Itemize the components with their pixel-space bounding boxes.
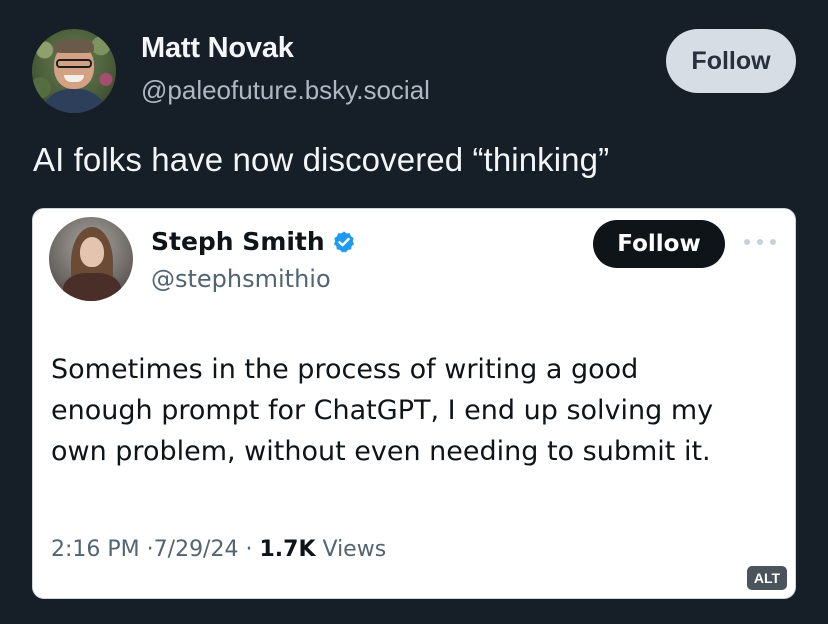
tweet-follow-button: Follow	[593, 220, 725, 268]
tweet-author-name: Steph Smith	[151, 227, 325, 256]
author-handle[interactable]: @paleofuture.bsky.social	[141, 75, 430, 106]
tweet-time: 2:16 PM	[51, 537, 140, 562]
views-label: Views	[322, 537, 387, 562]
follow-button[interactable]: Follow	[666, 29, 796, 93]
post-card: Matt Novak @paleofuture.bsky.social Foll…	[0, 0, 828, 624]
alt-text-badge[interactable]: ALT	[747, 566, 787, 590]
tweet-author-row: Steph Smith	[151, 227, 356, 256]
tweet-text-line: own problem, without even needing to sub…	[51, 436, 711, 467]
meta-separator: ·	[146, 537, 154, 562]
embedded-tweet-image[interactable]: Steph Smith @stephsmithio Follow Sometim…	[32, 208, 796, 599]
author-name[interactable]: Matt Novak	[141, 32, 294, 65]
tweet-date: 7/29/24	[153, 537, 239, 562]
tweet-text-line: Sometimes in the process of writing a go…	[51, 354, 639, 385]
tweet-text: Sometimes in the process of writing a go…	[51, 349, 771, 472]
tweet-author-avatar	[49, 217, 133, 301]
author-avatar[interactable]	[32, 29, 116, 113]
post-text: AI folks have now discovered “thinking”	[33, 141, 610, 178]
views-count: 1.7K	[259, 537, 316, 562]
tweet-author-handle: @stephsmithio	[151, 265, 331, 293]
tweet-meta: 2:16 PM ·7/29/24 · 1.7K Views	[51, 537, 386, 562]
verified-badge-icon	[333, 231, 354, 252]
tweet-text-line: enough prompt for ChatGPT, I end up solv…	[51, 395, 714, 426]
more-options-icon	[744, 236, 776, 248]
meta-separator: ·	[245, 537, 253, 562]
